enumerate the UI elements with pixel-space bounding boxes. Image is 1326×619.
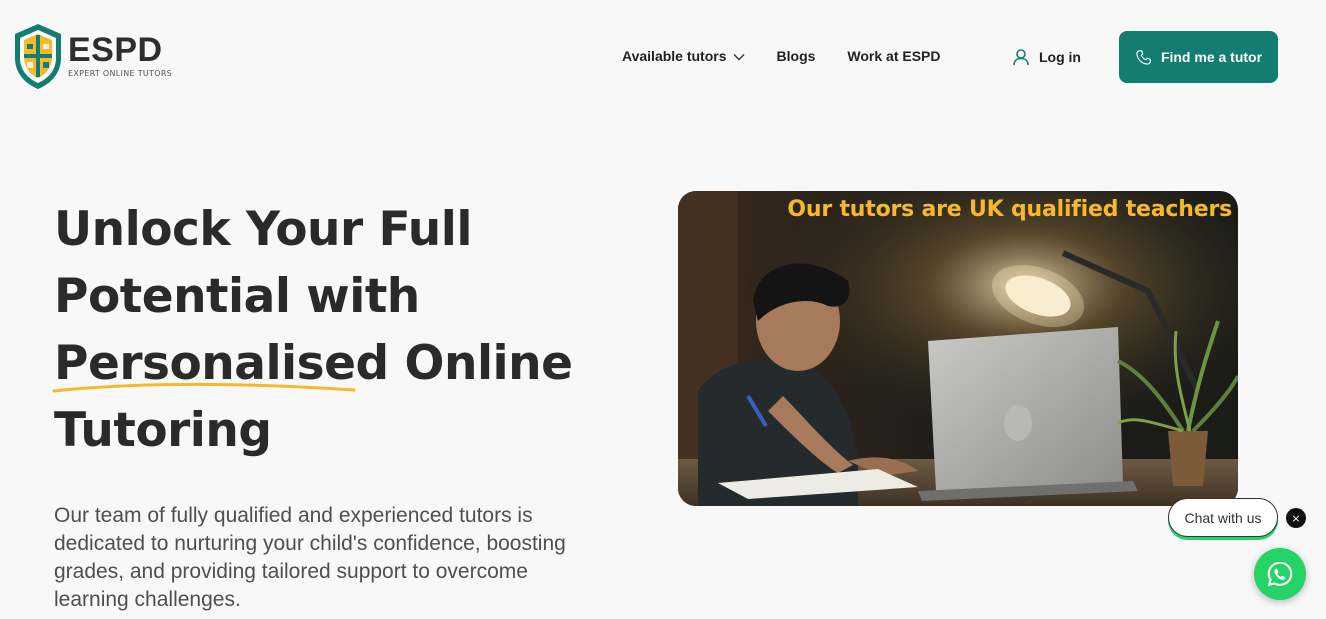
whatsapp-icon bbox=[1267, 561, 1293, 587]
find-tutor-button[interactable]: Find me a tutor bbox=[1119, 31, 1278, 83]
hero-description: Our team of fully qualified and experien… bbox=[54, 504, 566, 611]
nav-available-tutors[interactable]: Available tutors bbox=[622, 48, 745, 64]
chat-with-us-bubble[interactable]: Chat with us bbox=[1168, 498, 1278, 537]
image-caption: Our tutors are UK qualified teachers bbox=[787, 197, 1232, 222]
student-studying-illustration bbox=[678, 191, 1238, 506]
nav-available-tutors-label: Available tutors bbox=[622, 48, 727, 64]
hero-title-line2: Potential with bbox=[54, 269, 420, 324]
login-label: Log in bbox=[1039, 49, 1081, 65]
page: ESPD EXPERT ONLINE TUTORS Available tuto… bbox=[0, 0, 1326, 619]
logo[interactable]: ESPD EXPERT ONLINE TUTORS bbox=[12, 22, 172, 90]
whatsapp-button[interactable] bbox=[1254, 548, 1306, 600]
user-icon bbox=[1013, 49, 1029, 66]
logo-tagline: EXPERT ONLINE TUTORS bbox=[68, 69, 173, 78]
close-icon[interactable]: × bbox=[1286, 508, 1306, 528]
logo-text: ESPD EXPERT ONLINE TUTORS bbox=[68, 33, 172, 78]
hero-image: Our tutors are UK qualified teachers bbox=[678, 191, 1238, 506]
nav-blogs[interactable]: Blogs bbox=[777, 48, 816, 64]
chevron-down-icon bbox=[733, 54, 745, 61]
hero-title-line1: Unlock Your Full bbox=[54, 202, 472, 257]
login-link[interactable]: Log in bbox=[1012, 48, 1081, 66]
hero-title: Unlock Your Full Potential with Personal… bbox=[52, 196, 614, 464]
hero-title-line4: Tutoring bbox=[54, 403, 272, 458]
main-nav: Available tutors Blogs Work at ESPD bbox=[622, 48, 941, 64]
shield-logo-icon bbox=[15, 24, 61, 89]
hero-title-highlight: Personalised bbox=[52, 330, 389, 397]
hero-title-line3-rest: Online bbox=[388, 336, 573, 391]
find-tutor-label: Find me a tutor bbox=[1160, 49, 1263, 65]
chat-with-us-label: Chat with us bbox=[1184, 509, 1262, 526]
logo-name: ESPD bbox=[68, 31, 163, 69]
nav-work-at-espd[interactable]: Work at ESPD bbox=[847, 48, 940, 64]
phone-icon bbox=[1136, 49, 1151, 65]
underline-swash bbox=[52, 382, 356, 393]
